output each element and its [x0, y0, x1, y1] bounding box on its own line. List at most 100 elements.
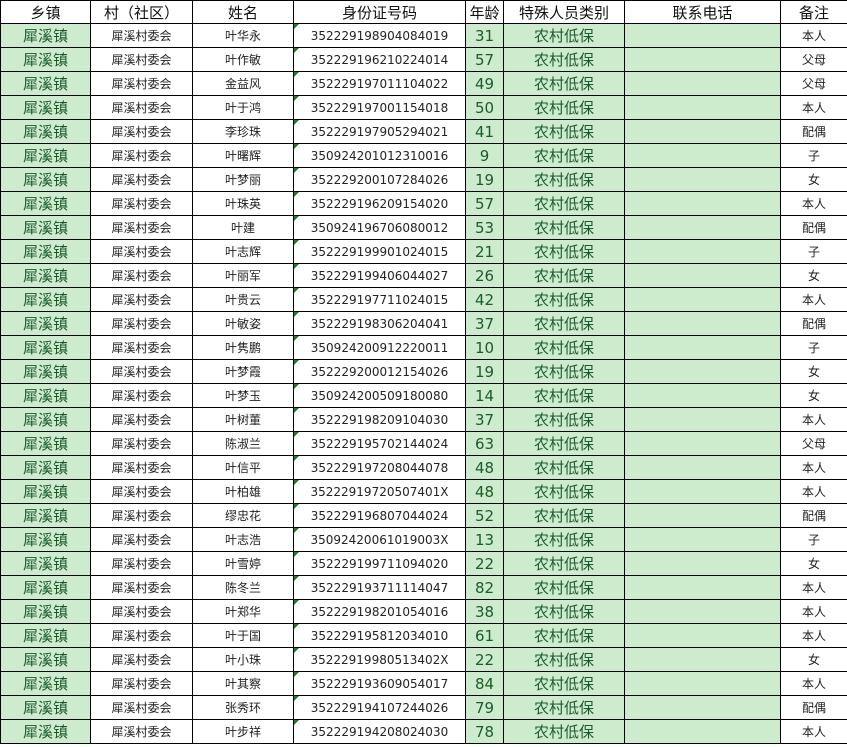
cell-town[interactable]: 犀溪镇	[0, 719, 91, 744]
cell-town[interactable]: 犀溪镇	[0, 239, 91, 264]
cell-village[interactable]: 犀溪村委会	[90, 47, 193, 72]
cell-town[interactable]: 犀溪镇	[0, 119, 91, 144]
cell-name[interactable]: 叶隽鹏	[192, 335, 294, 360]
cell-note[interactable]: 配偶	[780, 695, 847, 720]
cell-name[interactable]: 叶小珠	[192, 647, 294, 672]
cell-id-number[interactable]: 352229193609054017	[293, 671, 466, 696]
cell-phone[interactable]	[624, 47, 781, 72]
cell-name[interactable]: 叶志浩	[192, 527, 294, 552]
cell-id-number[interactable]: 352229197905294021	[293, 119, 466, 144]
cell-age[interactable]: 37	[465, 407, 504, 432]
cell-village[interactable]: 犀溪村委会	[90, 335, 193, 360]
cell-village[interactable]: 犀溪村委会	[90, 647, 193, 672]
cell-category[interactable]: 农村低保	[503, 407, 625, 432]
cell-village[interactable]: 犀溪村委会	[90, 479, 193, 504]
header-cell-phone[interactable]: 联系电话	[624, 0, 781, 24]
cell-category[interactable]: 农村低保	[503, 215, 625, 240]
cell-id-number[interactable]: 352229193711114047	[293, 575, 466, 600]
cell-name[interactable]: 叶作敏	[192, 47, 294, 72]
cell-category[interactable]: 农村低保	[503, 527, 625, 552]
cell-name[interactable]: 金益风	[192, 71, 294, 96]
cell-age[interactable]: 42	[465, 287, 504, 312]
cell-category[interactable]: 农村低保	[503, 623, 625, 648]
cell-name[interactable]: 叶曙辉	[192, 143, 294, 168]
header-cell-note[interactable]: 备注	[780, 0, 847, 24]
cell-phone[interactable]	[624, 23, 781, 48]
cell-village[interactable]: 犀溪村委会	[90, 263, 193, 288]
cell-id-number[interactable]: 352229194107244026	[293, 695, 466, 720]
cell-name[interactable]: 陈淑兰	[192, 431, 294, 456]
cell-village[interactable]: 犀溪村委会	[90, 215, 193, 240]
cell-note[interactable]: 本人	[780, 671, 847, 696]
cell-town[interactable]: 犀溪镇	[0, 575, 91, 600]
cell-category[interactable]: 农村低保	[503, 95, 625, 120]
cell-phone[interactable]	[624, 95, 781, 120]
cell-note[interactable]: 本人	[780, 623, 847, 648]
cell-note[interactable]: 父母	[780, 47, 847, 72]
cell-category[interactable]: 农村低保	[503, 383, 625, 408]
cell-town[interactable]: 犀溪镇	[0, 143, 91, 168]
cell-phone[interactable]	[624, 647, 781, 672]
cell-village[interactable]: 犀溪村委会	[90, 239, 193, 264]
cell-category[interactable]: 农村低保	[503, 191, 625, 216]
cell-age[interactable]: 48	[465, 479, 504, 504]
cell-phone[interactable]	[624, 455, 781, 480]
cell-category[interactable]: 农村低保	[503, 647, 625, 672]
cell-town[interactable]: 犀溪镇	[0, 551, 91, 576]
cell-note[interactable]: 父母	[780, 431, 847, 456]
cell-phone[interactable]	[624, 383, 781, 408]
cell-phone[interactable]	[624, 431, 781, 456]
cell-phone[interactable]	[624, 263, 781, 288]
cell-category[interactable]: 农村低保	[503, 575, 625, 600]
cell-town[interactable]: 犀溪镇	[0, 623, 91, 648]
cell-id-number[interactable]: 352229197001154018	[293, 95, 466, 120]
cell-id-number[interactable]: 352229198904084019	[293, 23, 466, 48]
cell-note[interactable]: 本人	[780, 95, 847, 120]
cell-phone[interactable]	[624, 407, 781, 432]
cell-phone[interactable]	[624, 359, 781, 384]
cell-name[interactable]: 叶柏雄	[192, 479, 294, 504]
cell-category[interactable]: 农村低保	[503, 455, 625, 480]
cell-phone[interactable]	[624, 287, 781, 312]
cell-town[interactable]: 犀溪镇	[0, 479, 91, 504]
cell-name[interactable]: 李珍珠	[192, 119, 294, 144]
cell-age[interactable]: 48	[465, 455, 504, 480]
cell-note[interactable]: 本人	[780, 479, 847, 504]
cell-name[interactable]: 叶志辉	[192, 239, 294, 264]
cell-name[interactable]: 缪忠花	[192, 503, 294, 528]
cell-id-number[interactable]: 352229195812034010	[293, 623, 466, 648]
cell-phone[interactable]	[624, 143, 781, 168]
cell-id-number[interactable]: 352229197208044078	[293, 455, 466, 480]
cell-note[interactable]: 本人	[780, 287, 847, 312]
cell-id-number[interactable]: 352229196209154020	[293, 191, 466, 216]
cell-id-number[interactable]: 352229197711024015	[293, 287, 466, 312]
cell-age[interactable]: 61	[465, 623, 504, 648]
cell-note[interactable]: 本人	[780, 455, 847, 480]
cell-category[interactable]: 农村低保	[503, 47, 625, 72]
cell-name[interactable]: 叶步祥	[192, 719, 294, 744]
cell-name[interactable]: 叶雪婷	[192, 551, 294, 576]
cell-category[interactable]: 农村低保	[503, 23, 625, 48]
cell-id-number[interactable]: 352229197011104022	[293, 71, 466, 96]
cell-age[interactable]: 52	[465, 503, 504, 528]
cell-id-number[interactable]: 352229198201054016	[293, 599, 466, 624]
cell-town[interactable]: 犀溪镇	[0, 23, 91, 48]
cell-village[interactable]: 犀溪村委会	[90, 143, 193, 168]
cell-age[interactable]: 79	[465, 695, 504, 720]
cell-note[interactable]: 女	[780, 263, 847, 288]
cell-note[interactable]: 女	[780, 167, 847, 192]
cell-age[interactable]: 78	[465, 719, 504, 744]
cell-name[interactable]: 叶敏姿	[192, 311, 294, 336]
cell-phone[interactable]	[624, 599, 781, 624]
cell-phone[interactable]	[624, 239, 781, 264]
cell-id-number[interactable]: 350924200509180080	[293, 383, 466, 408]
cell-note[interactable]: 子	[780, 335, 847, 360]
cell-village[interactable]: 犀溪村委会	[90, 71, 193, 96]
cell-phone[interactable]	[624, 671, 781, 696]
cell-town[interactable]: 犀溪镇	[0, 287, 91, 312]
cell-age[interactable]: 38	[465, 599, 504, 624]
cell-category[interactable]: 农村低保	[503, 359, 625, 384]
cell-category[interactable]: 农村低保	[503, 503, 625, 528]
cell-town[interactable]: 犀溪镇	[0, 503, 91, 528]
cell-age[interactable]: 84	[465, 671, 504, 696]
